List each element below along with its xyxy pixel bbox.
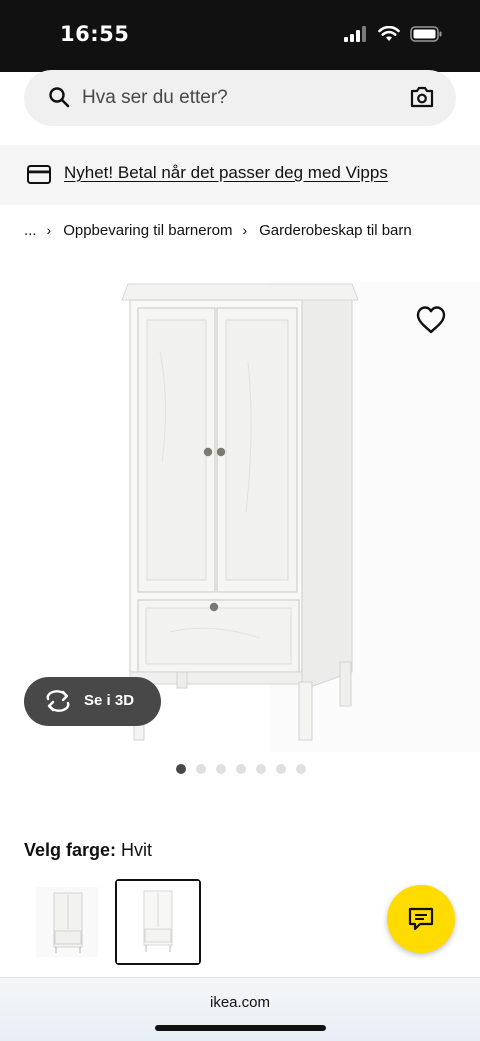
card-icon [27,165,51,184]
swatch-wardrobe-thumbnail [117,881,199,963]
view-3d-button[interactable]: Se i 3D [24,677,161,726]
breadcrumb-ellipsis[interactable]: ... [24,222,37,239]
vipps-promo-link[interactable]: Nyhet! Betal når det passer deg med Vipp… [64,163,388,183]
promo-banner: Nyhet! Betal når det passer deg med Vipp… [0,145,480,205]
carousel-dot[interactable] [196,764,206,774]
signal-icon [344,26,366,42]
chat-icon [408,907,434,931]
chevron-right-icon: › [46,222,52,238]
home-indicator[interactable] [155,1025,326,1031]
wifi-icon [378,26,400,41]
breadcrumb-item-oppbevaring[interactable]: Oppbevaring til barnerom [63,222,232,239]
search-bar[interactable] [24,70,456,126]
carousel-dots [176,764,306,774]
carousel-dot[interactable] [296,764,306,774]
carousel-dot[interactable] [216,764,226,774]
battery-icon [410,26,442,42]
color-swatch[interactable] [24,879,110,965]
search-input[interactable] [82,70,392,126]
view-3d-label: Se i 3D [84,692,135,709]
status-bar: 16:55 [0,0,480,72]
chat-button[interactable] [387,885,455,953]
carousel-dot[interactable] [176,764,186,774]
carousel-dot[interactable] [256,764,266,774]
color-swatch-selected[interactable] [115,879,201,965]
chevron-right-icon: › [242,222,248,238]
url-text[interactable]: ikea.com [0,994,480,1011]
swatch-wardrobe-thumbnail [24,879,110,965]
color-selection-label: Velg farge: Hvit [24,840,152,861]
breadcrumb-item-garderobeskap[interactable]: Garderobeskap til barn [259,222,412,239]
search-icon [49,87,70,108]
camera-icon[interactable] [410,86,434,108]
heart-icon[interactable] [414,304,448,336]
status-icons [344,26,442,42]
carousel-dot[interactable] [276,764,286,774]
carousel-dot[interactable] [236,764,246,774]
browser-url-bar[interactable]: ikea.com [0,977,480,1041]
color-value: Hvit [121,840,153,860]
breadcrumb: ... › Oppbevaring til barnerom › Gardero… [24,220,412,240]
status-time: 16:55 [60,22,130,46]
rotate-3d-icon [46,690,70,712]
color-label: Velg farge: [24,840,117,860]
